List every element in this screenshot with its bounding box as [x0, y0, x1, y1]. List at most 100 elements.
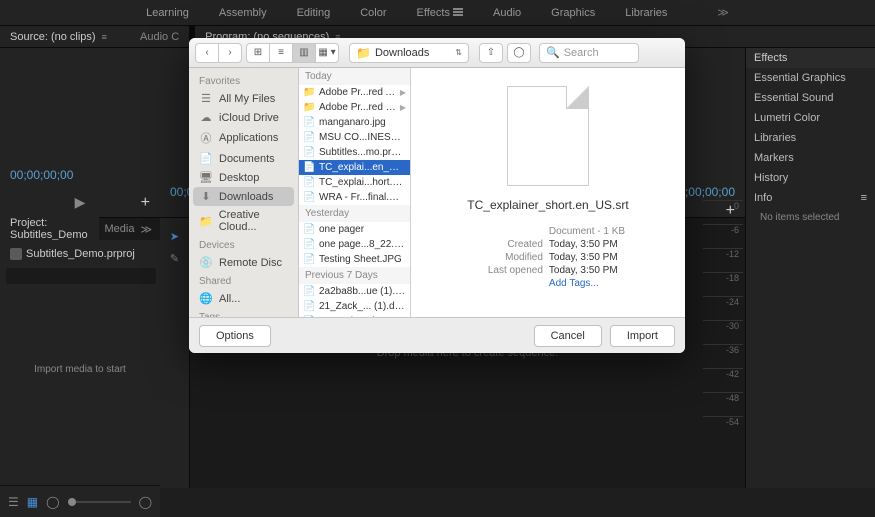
sidebar-all-my-files[interactable]: ☰All My Files: [189, 89, 298, 108]
tab-audio[interactable]: Audio: [493, 7, 521, 19]
sidebar-desktop[interactable]: 🖥Desktop: [189, 168, 298, 187]
file-item[interactable]: 📄Testing Sheet.JPG: [299, 252, 410, 267]
tab-color[interactable]: Color: [360, 7, 386, 19]
panel-essential-sound[interactable]: Essential Sound: [746, 88, 875, 108]
tags-button[interactable]: ◯: [507, 43, 531, 63]
media-tab[interactable]: Media: [99, 223, 141, 235]
tab-graphics[interactable]: Graphics: [551, 7, 595, 19]
sidebar-section-shared: Shared: [189, 272, 298, 289]
panel-info[interactable]: Info≡: [746, 188, 875, 208]
icon-view-icon[interactable]: ▦: [27, 495, 38, 509]
cancel-button[interactable]: Cancel: [534, 325, 602, 347]
sidebar-creative-cloud[interactable]: 📁Creative Cloud...: [189, 206, 298, 236]
workspace-overflow-icon[interactable]: ≫: [717, 6, 729, 19]
add-button-icon[interactable]: +: [141, 194, 150, 212]
network-icon: 🌐: [199, 292, 213, 305]
list-view-icon[interactable]: ☰: [8, 495, 19, 509]
tab-effects[interactable]: Effects: [417, 7, 464, 19]
pen-tool-icon[interactable]: ✎: [165, 248, 185, 268]
file-icon: 📄: [303, 147, 315, 158]
file-item[interactable]: 📄TC_explai...hort.mp4: [299, 175, 410, 190]
tab-libraries[interactable]: Libraries: [625, 7, 667, 19]
panel-essential-graphics[interactable]: Essential Graphics: [746, 68, 875, 88]
meta-value: Today, 3:50 PM: [549, 239, 618, 250]
file-item[interactable]: 📄manganaro.jpg: [299, 115, 410, 130]
sidebar-icloud[interactable]: ☁iCloud Drive: [189, 108, 298, 127]
meta-value: Today, 3:50 PM: [549, 252, 618, 263]
file-section-header: Yesterday: [299, 205, 410, 222]
hamburger-icon[interactable]: ≡: [102, 32, 107, 42]
file-item[interactable]: 📁Adobe Pr...red Audio▶: [299, 85, 410, 100]
view-gallery-button[interactable]: ▦ ▾: [315, 43, 339, 63]
panel-libraries[interactable]: Libraries: [746, 128, 875, 148]
file-item[interactable]: 📄one pager: [299, 222, 410, 237]
file-item[interactable]: 📁Adobe Pr...red Video▶: [299, 100, 410, 115]
source-audio-tab[interactable]: Audio C: [130, 26, 189, 47]
preview-column: TC_explainer_short.en_US.srt Document - …: [411, 68, 685, 317]
selection-tool-icon[interactable]: ➤: [165, 226, 185, 246]
cloud-icon: ☁: [199, 111, 213, 124]
nav-back-button[interactable]: ‹: [195, 43, 219, 63]
project-search-input[interactable]: [6, 268, 156, 284]
add-tags-link[interactable]: Add Tags...: [549, 278, 599, 289]
nav-forward-button[interactable]: ›: [218, 43, 242, 63]
timeline-tools: ➤ ✎: [160, 218, 190, 488]
file-item[interactable]: 📄2a2ba8b...ue (1).jpg: [299, 284, 410, 299]
file-name: MSU CO...INESS.jpg: [319, 132, 406, 143]
source-tab[interactable]: Source: (no clips) ≡: [0, 26, 130, 47]
view-columns-button[interactable]: ▥: [292, 43, 316, 63]
effects-panel-header[interactable]: Effects: [746, 48, 875, 68]
file-item[interactable]: 📄21_Zack_... (1).docx: [299, 299, 410, 314]
zoom-slider[interactable]: [68, 501, 131, 503]
meta-key: Created: [471, 239, 543, 250]
file-name: 21_Zack_... (1).docx: [319, 301, 406, 312]
import-dialog: ‹ › ⊞ ≡ ▥ ▦ ▾ 📁 Downloads ⇅ ⇧ ◯ 🔍 Search…: [189, 38, 685, 353]
import-button[interactable]: Import: [610, 325, 675, 347]
meta-key: [471, 226, 543, 237]
meta-value: Today, 3:50 PM: [549, 265, 618, 276]
view-list-button[interactable]: ≡: [269, 43, 293, 63]
file-item[interactable]: 📄WRA - Fr...final.mov: [299, 190, 410, 205]
meta-row: Last openedToday, 3:50 PM: [471, 265, 625, 276]
sort-icon[interactable]: ◯: [139, 495, 152, 509]
sidebar-downloads[interactable]: ⬇Downloads: [193, 187, 294, 206]
panel-history[interactable]: History: [746, 168, 875, 188]
panel-overflow-icon[interactable]: ≫: [140, 223, 152, 236]
freeform-view-icon[interactable]: ◯: [46, 495, 59, 509]
options-button[interactable]: Options: [199, 325, 271, 347]
sidebar-remote-disc[interactable]: 💿Remote Disc: [189, 253, 298, 272]
file-column: Today📁Adobe Pr...red Audio▶📁Adobe Pr...r…: [299, 68, 411, 317]
downloads-icon: ⬇: [199, 190, 213, 203]
tab-assembly[interactable]: Assembly: [219, 7, 267, 19]
workspace-tabs: Learning Assembly Editing Color Effects …: [0, 0, 875, 26]
panel-lumetri-color[interactable]: Lumetri Color: [746, 108, 875, 128]
view-icons-button[interactable]: ⊞: [246, 43, 270, 63]
tab-editing[interactable]: Editing: [297, 7, 331, 19]
location-dropdown[interactable]: 📁 Downloads ⇅: [349, 43, 469, 63]
all-files-icon: ☰: [199, 92, 213, 105]
sidebar-documents[interactable]: 📄Documents: [189, 149, 298, 168]
file-item[interactable]: 📄one page...8_22.pdf: [299, 237, 410, 252]
audio-meter-ruler: 0-6-12-18-24-30-36-42-48-54: [703, 200, 743, 440]
sidebar-shared-all[interactable]: 🌐All...: [189, 289, 298, 308]
import-hint: Import media to start: [6, 364, 154, 375]
share-button[interactable]: ⇧: [479, 43, 503, 63]
meta-row: Add Tags...: [471, 278, 625, 289]
sidebar-applications[interactable]: ⒶApplications: [189, 127, 298, 149]
dialog-search-input[interactable]: 🔍 Search: [539, 43, 639, 63]
file-item[interactable]: 📄 Subtitles...mo.prproj: [299, 145, 410, 160]
panel-markers[interactable]: Markers: [746, 148, 875, 168]
file-section-header: Today: [299, 68, 410, 85]
sidebar-section-favorites: Favorites: [189, 72, 298, 89]
hamburger-icon[interactable]: ≡: [861, 192, 867, 204]
play-icon[interactable]: ▶: [75, 194, 86, 211]
file-name: Adobe Pr...red Audio: [319, 87, 396, 98]
tab-learning[interactable]: Learning: [146, 7, 189, 19]
preview-filename: TC_explainer_short.en_US.srt: [467, 198, 628, 212]
file-item[interactable]: 📄TC_explai...en_US.srt: [299, 160, 410, 175]
document-preview-icon: [507, 86, 589, 186]
file-item[interactable]: 📄MSU CO...INESS.jpg: [299, 130, 410, 145]
file-name: Subtitles...mo.prproj: [319, 147, 406, 158]
chevron-updown-icon: ⇅: [455, 48, 462, 57]
file-name: WRA - Fr...final.mov: [319, 192, 406, 203]
